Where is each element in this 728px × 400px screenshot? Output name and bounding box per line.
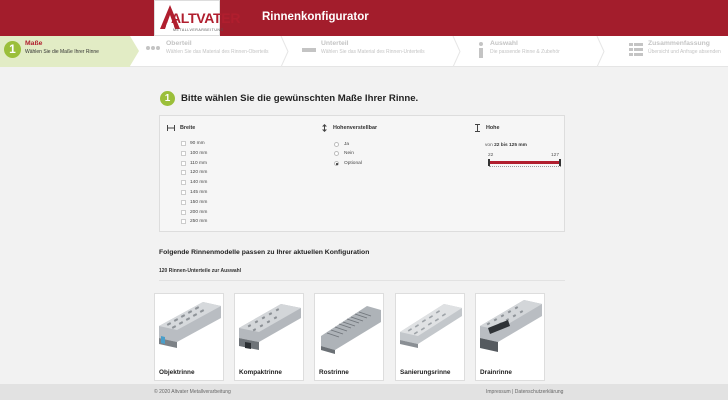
- step-masse[interactable]: 1 Maße Wählen Sie die Maße Ihrer Rinne: [0, 36, 139, 67]
- radio-nein-label: Nein: [344, 151, 354, 156]
- breite-checkbox[interactable]: [181, 209, 186, 215]
- step-progress-bar: 1 Maße Wählen Sie die Maße Ihrer Rinne O…: [0, 36, 728, 67]
- step-number-badge: 1: [4, 41, 21, 58]
- footer: © 2020 Altvater Metallverarbeitung Impre…: [0, 384, 728, 400]
- breite-option-label: 250 mm: [190, 219, 208, 225]
- divider: [159, 280, 565, 281]
- product-card-drainrinne[interactable]: Drainrinne: [475, 293, 545, 381]
- radio-ja[interactable]: [334, 142, 339, 147]
- app-title: Rinnenkonfigurator: [262, 11, 369, 23]
- footer-links[interactable]: Impressum | Datenschutzerklärung: [486, 389, 563, 395]
- product-card-rostrinne[interactable]: Rostrinne: [314, 293, 384, 381]
- step-title: Oberteil: [166, 40, 192, 47]
- logo-text: ALTVATER: [171, 10, 241, 26]
- page-heading: Bitte wählen Sie die gewünschten Maße Ih…: [181, 93, 419, 104]
- card-label: Objektrinne: [159, 369, 195, 376]
- results-count: 120 Rinnen-Unterteile zur Auswahl: [159, 268, 242, 274]
- card-label: Kompaktrinne: [239, 369, 282, 376]
- breite-option-label: 90 mm: [190, 141, 205, 146]
- rostrinne-image: [317, 296, 381, 356]
- step-title: Unterteil: [321, 40, 349, 47]
- breite-option-label: 110 mm: [190, 160, 207, 166]
- step-oberteil[interactable]: Oberteil Wählen Sie das Material des Rin…: [132, 36, 282, 67]
- section-number-badge: 1: [160, 91, 175, 106]
- breite-option-label: 150 mm: [190, 199, 208, 205]
- breite-checkbox[interactable]: [181, 141, 186, 146]
- drainrinne-image: [478, 296, 542, 356]
- footer-copyright: © 2020 Altvater Metallverarbeitung: [154, 389, 231, 395]
- breite-option-label: 200 mm: [190, 209, 208, 215]
- breite-option-label: 120 mm: [190, 170, 208, 176]
- card-label: Rostrinne: [319, 369, 349, 376]
- slider-fill: [489, 161, 560, 164]
- breite-checkbox[interactable]: [181, 170, 186, 176]
- radio-nein[interactable]: [334, 151, 339, 156]
- step-divider: [280, 36, 289, 67]
- step-title: Zusammenfassung: [648, 40, 710, 47]
- info-icon: [479, 42, 483, 58]
- results-heading: Folgende Rinnenmodelle passen zu Ihrer a…: [159, 249, 370, 256]
- card-label: Sanierungsrinne: [400, 369, 451, 376]
- breite-option-label: 100 mm: [190, 150, 208, 156]
- breite-label: Breite: [180, 125, 196, 131]
- step-subtitle: Übersicht und Anfrage absenden: [648, 49, 721, 55]
- radio-optional-label: Optional: [344, 161, 362, 166]
- sanierungsrinne-image: [398, 296, 462, 356]
- range-min-label: 22: [488, 153, 494, 158]
- radio-ja-label: Ja: [344, 142, 350, 147]
- step-title: Auswahl: [490, 40, 518, 47]
- step-divider: [596, 36, 605, 67]
- logo[interactable]: ALTVATER METALLVERARBEITUNG: [154, 0, 240, 36]
- breite-checkbox[interactable]: [181, 160, 186, 166]
- vertical-arrows-icon: [322, 124, 327, 132]
- logo-subtext: METALLVERARBEITUNG: [173, 28, 224, 32]
- list-icon: [629, 43, 643, 56]
- kompaktrinne-image: [237, 296, 301, 356]
- width-icon: [167, 125, 175, 131]
- step-subtitle: Die passende Rinne & Zubehör: [490, 49, 560, 55]
- product-card-sanierungsrinne[interactable]: Sanierungsrinne: [395, 293, 465, 381]
- radio-optional[interactable]: [334, 161, 339, 166]
- objektrinne-image: [157, 296, 221, 356]
- step-unterteil[interactable]: Unterteil Wählen Sie das Material des Ri…: [290, 36, 440, 67]
- breite-checkbox[interactable]: [181, 150, 186, 156]
- card-label: Drainrinne: [480, 369, 512, 376]
- step-subtitle: Wählen Sie die Maße Ihrer Rinne: [25, 49, 99, 55]
- dimension-config-panel: Breite 90 mm 100 mm 110 mm 120 mm 140 mm 145 …: [159, 115, 565, 232]
- product-card-objektrinne[interactable]: Objektrinne: [154, 293, 224, 381]
- app-header: ALTVATER METALLVERARBEITUNG Rinnenkonfig…: [0, 0, 728, 36]
- range-prefix: von: [485, 143, 493, 148]
- breite-checkbox[interactable]: [181, 180, 186, 186]
- breite-checkbox[interactable]: [181, 219, 186, 225]
- step-auswahl[interactable]: Auswahl Die passende Rinne & Zubehör: [464, 36, 594, 67]
- breite-option-label: 140 mm: [190, 180, 208, 186]
- step-title: Maße: [25, 40, 43, 47]
- product-card-kompaktrinne[interactable]: Kompaktrinne: [234, 293, 304, 381]
- breite-option-label: 145 mm: [190, 190, 208, 195]
- step-subtitle: Wählen Sie das Material des Rinnen-Obert…: [166, 49, 269, 55]
- height-slider[interactable]: [488, 159, 561, 166]
- range-value: 22 bis 125 mm: [494, 143, 527, 148]
- height-icon: [475, 124, 480, 132]
- step-subtitle: Wählen Sie das Material des Rinnen-Unter…: [321, 49, 425, 55]
- slider-ticks: [489, 165, 561, 167]
- breite-checkbox[interactable]: [181, 199, 186, 205]
- dots-icon: [146, 46, 160, 50]
- hohe-label: Hohe: [486, 125, 500, 131]
- hohenverstellbar-label: Hohenverstellbar: [333, 125, 378, 131]
- step-divider: [452, 36, 461, 67]
- bar-icon: [302, 48, 316, 52]
- range-max-label: 127: [551, 153, 560, 158]
- step-zusammenfassung[interactable]: Zusammenfassung Übersicht und Anfrage ab…: [612, 36, 728, 67]
- height-range-text: von 22 bis 125 mm: [485, 143, 527, 148]
- breite-checkbox[interactable]: [181, 190, 186, 195]
